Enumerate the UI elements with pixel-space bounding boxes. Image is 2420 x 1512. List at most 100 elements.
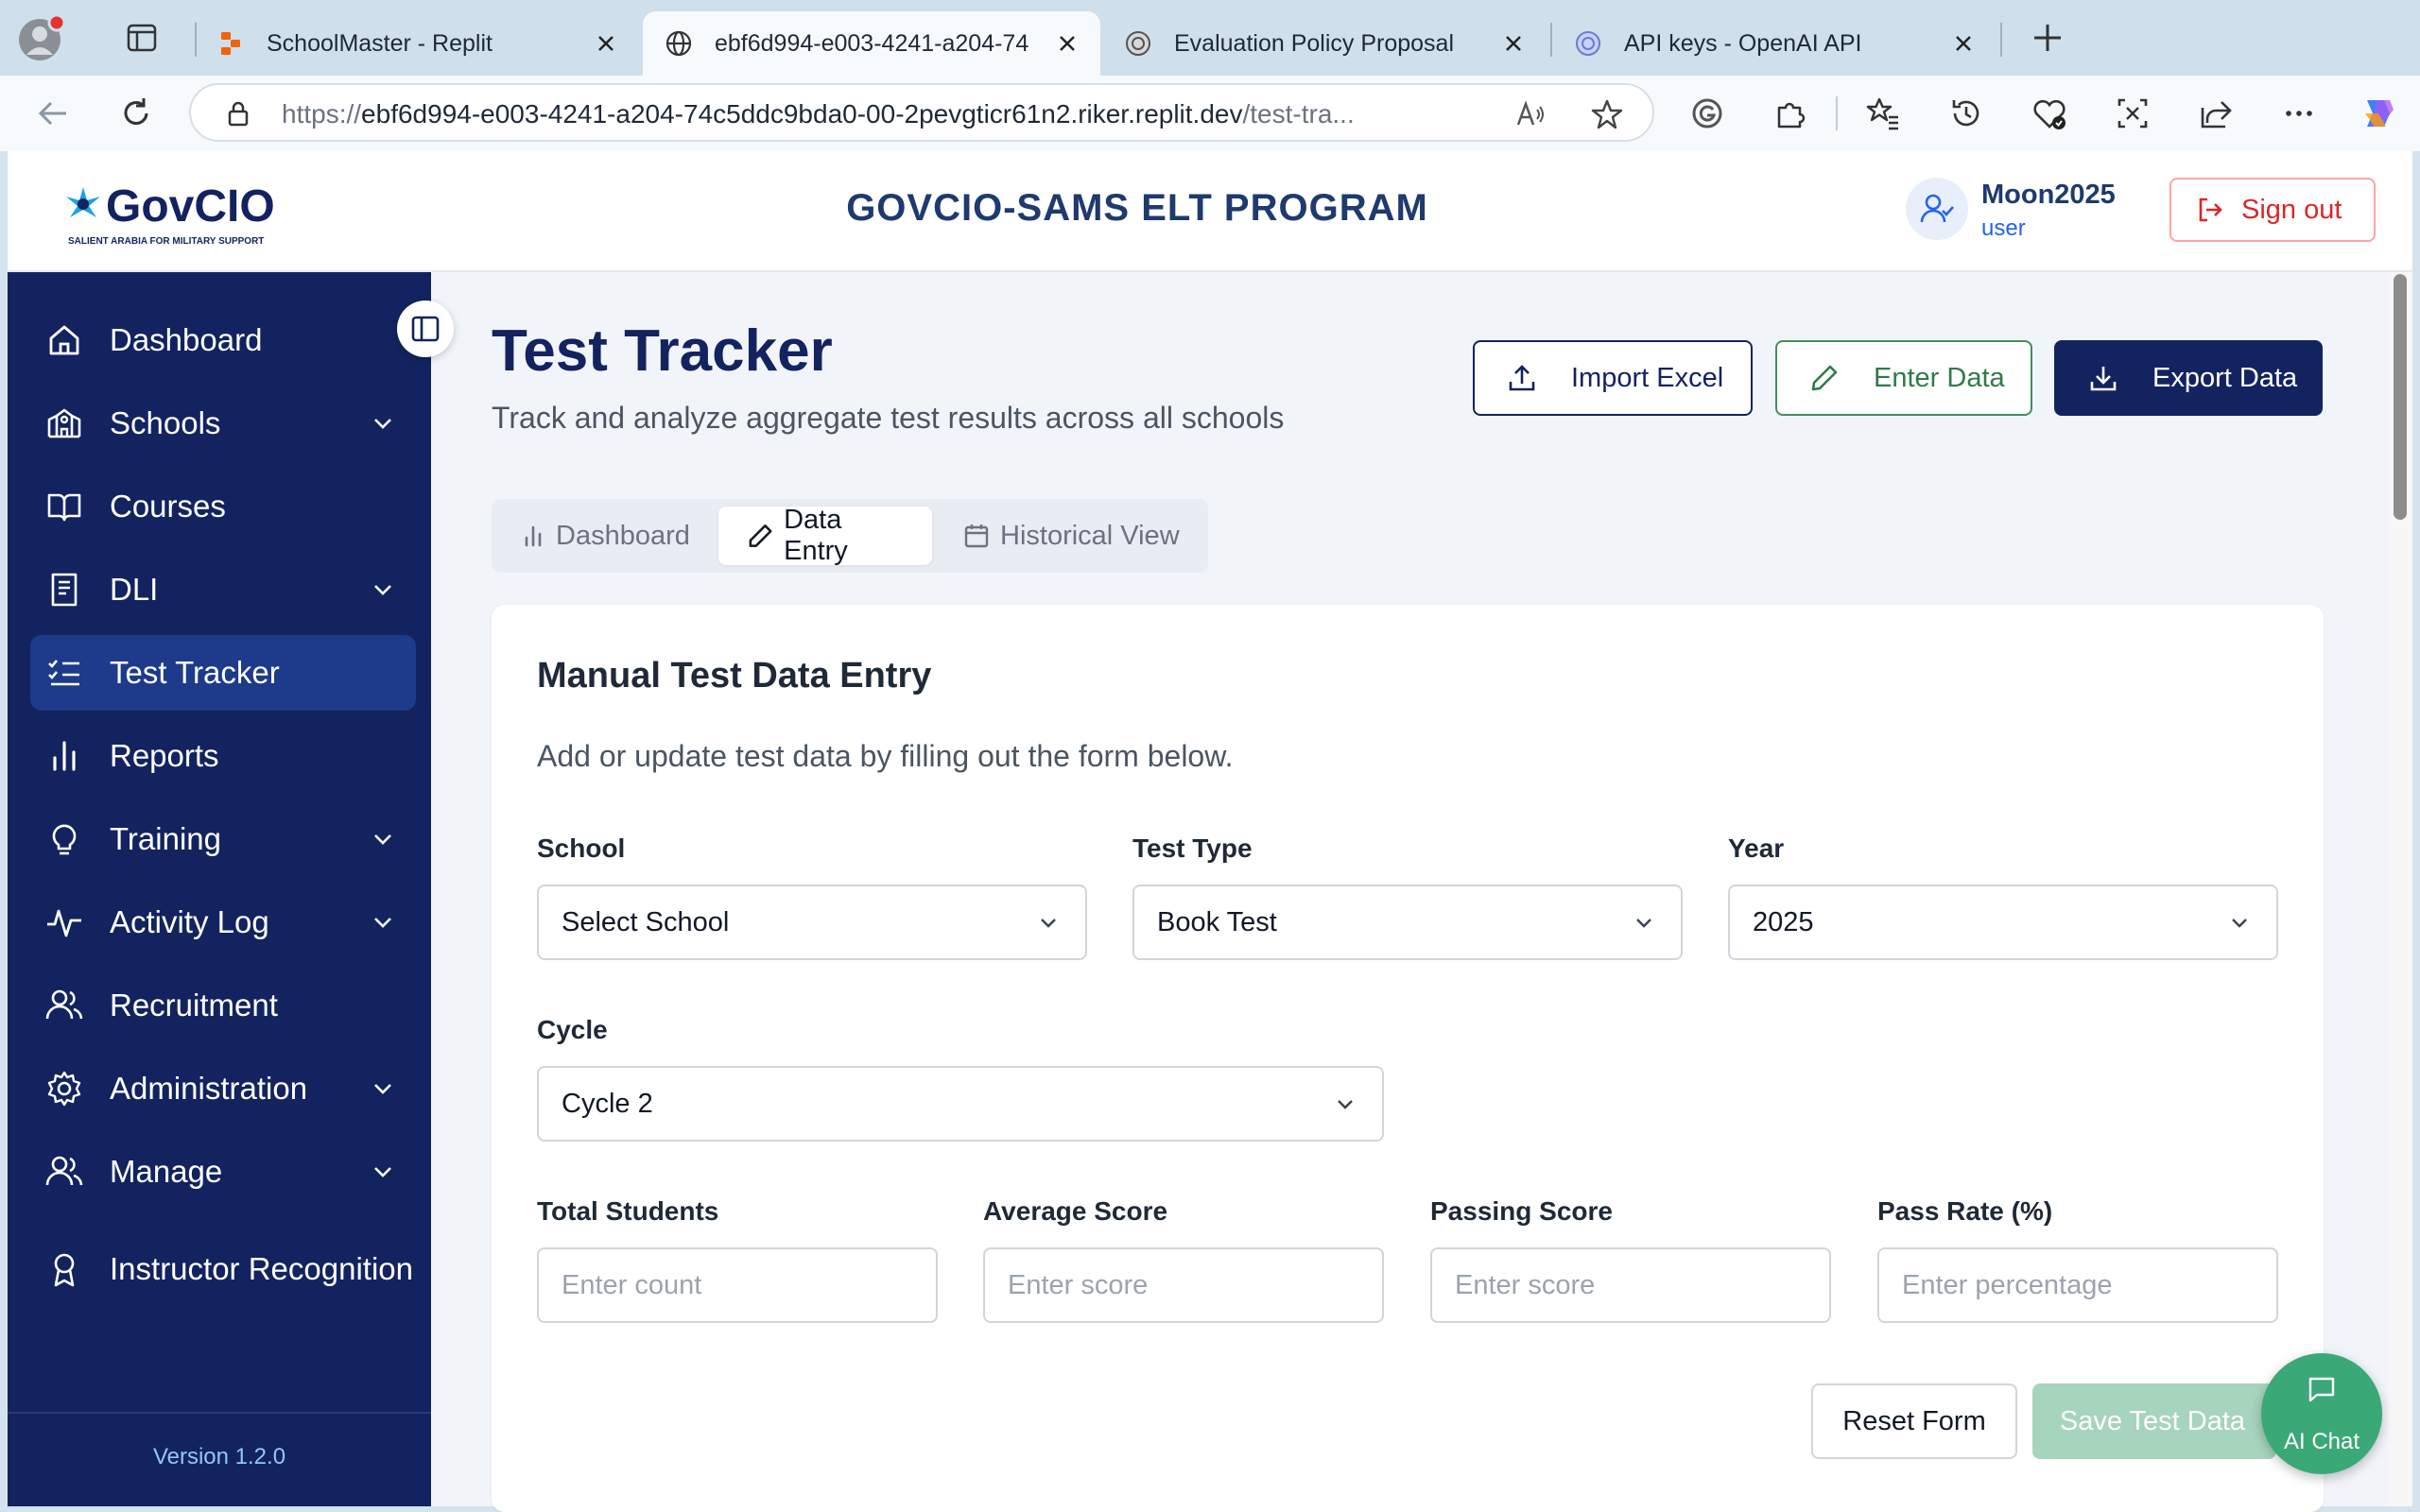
more-options-icon[interactable] [2280, 94, 2318, 132]
chevron-down-icon [374, 419, 391, 429]
passing-score-label: Passing Score [1430, 1196, 1613, 1226]
sidebar-item-activity-log[interactable]: Activity Log [30, 885, 416, 960]
user-avatar[interactable] [1906, 178, 1968, 240]
school-select[interactable]: Select School [537, 885, 1087, 960]
url-text[interactable]: https://ebf6d994-e003-4241-a204-74c5ddc9… [282, 99, 1473, 129]
sidebar-item-manage[interactable]: Manage [30, 1134, 416, 1210]
book-icon [51, 573, 78, 607]
chevron-down-icon [1338, 1100, 1353, 1109]
chevron-down-icon [374, 918, 391, 928]
lightbulb-icon [52, 824, 77, 855]
activity-icon [47, 909, 81, 937]
pencil-icon [749, 524, 772, 547]
ai-chat-label: AI Chat [2283, 1429, 2360, 1454]
upload-icon [1509, 365, 1535, 391]
browser-tab-active[interactable]: ebf6d994-e003-4241-a204-74 [643, 11, 1100, 76]
browser-tab-bar: SchoolMaster - Replit ebf6d994-e003-4241… [0, 0, 2420, 76]
favorites-icon[interactable] [1864, 94, 1902, 132]
copilot-icon[interactable] [2358, 93, 2399, 134]
download-icon [2090, 367, 2117, 391]
tab-dashboard[interactable]: Dashboard [492, 507, 717, 565]
sidebar-item-label: Administration [110, 1071, 308, 1106]
back-icon[interactable] [34, 94, 72, 132]
gear-icon [47, 1071, 81, 1107]
year-select[interactable]: 2025 [1728, 885, 2278, 960]
bar-chart-icon [53, 741, 76, 771]
close-icon[interactable] [1951, 31, 1976, 56]
cycle-label: Cycle [537, 1015, 608, 1044]
tab-historical-view[interactable]: Historical View [934, 507, 1206, 565]
ai-chat-button[interactable]: AI Chat [2261, 1353, 2382, 1474]
sidebar-item-test-tracker[interactable]: Test Tracker [30, 635, 416, 711]
chevron-down-icon [374, 1167, 391, 1177]
read-aloud-icon[interactable] [1514, 98, 1547, 130]
browser-tab-evaluation[interactable]: Evaluation Policy Proposal [1102, 11, 1547, 76]
user-role: user [1981, 215, 2026, 241]
new-tab-icon[interactable] [2029, 19, 2066, 57]
users-icon [45, 1156, 83, 1186]
year-label: Year [1728, 833, 1785, 863]
test-type-select[interactable]: Book Test [1132, 885, 1683, 960]
award-icon [54, 1253, 75, 1287]
tab-data-entry[interactable]: Data Entry [718, 505, 932, 566]
chevron-down-icon [1041, 919, 1056, 928]
sidebar-item-reports[interactable]: Reports [30, 718, 416, 794]
openai-icon [1126, 31, 1150, 56]
home-icon [49, 325, 79, 355]
cycle-select[interactable]: Cycle 2 [537, 1066, 1384, 1142]
tab-title: API keys - OpenAI API [1624, 29, 1862, 57]
sidebar-item-label: Courses [110, 489, 226, 524]
sidebar-item-label: Training [110, 821, 221, 856]
pass-rate-input[interactable] [1877, 1247, 2278, 1323]
sidebar-item-dli[interactable]: DLI [30, 552, 416, 627]
address-bar[interactable]: https://ebf6d994-e003-4241-a204-74c5ddc9… [189, 83, 1654, 142]
sidebar-collapse-button[interactable] [397, 301, 454, 357]
sidebar-item-schools[interactable]: Schools [30, 386, 416, 461]
import-excel-button[interactable]: Import Excel [1473, 340, 1753, 416]
browser-tab-openai[interactable]: API keys - OpenAI API [1552, 11, 1996, 76]
sidebar-item-label: Reports [110, 738, 219, 773]
sidebar-item-courses[interactable]: Courses [30, 469, 416, 544]
export-data-button[interactable]: Export Data [2054, 340, 2323, 416]
sidebar-item-label: DLI [110, 572, 159, 607]
screenshot-icon[interactable] [2114, 94, 2152, 132]
chevron-down-icon [2232, 919, 2247, 928]
profile-avatar-icon[interactable] [17, 13, 66, 62]
close-icon[interactable] [1055, 31, 1080, 56]
enter-data-button[interactable]: Enter Data [1775, 340, 2032, 416]
url-path: /test-tra... [1242, 99, 1355, 129]
sidebar-item-administration[interactable]: Administration [30, 1051, 416, 1126]
close-icon[interactable] [594, 31, 618, 56]
book-open-icon [47, 493, 81, 522]
lock-icon[interactable] [223, 98, 253, 129]
version-label: Version 1.2.0 [152, 1444, 286, 1469]
tab-actions-icon[interactable] [125, 21, 159, 55]
card-description: Add or update test data by filling out t… [537, 739, 1234, 773]
scrollbar-thumb[interactable] [2394, 274, 2407, 520]
share-icon[interactable] [2197, 94, 2235, 132]
browser-essentials-icon[interactable] [2031, 94, 2068, 132]
chevron-down-icon [1636, 919, 1651, 928]
sidebar-item-instructor-recognition[interactable]: Instructor Recognition [30, 1217, 416, 1321]
favorite-star-icon[interactable] [1590, 97, 1624, 131]
scrollbar[interactable] [2388, 272, 2412, 1506]
close-icon[interactable] [1501, 31, 1526, 56]
extensions-icon[interactable] [1772, 94, 1809, 132]
sidebar-item-dashboard[interactable]: Dashboard [30, 302, 416, 378]
grammarly-icon[interactable] [1688, 94, 1726, 132]
sidebar-item-training[interactable]: Training [30, 801, 416, 877]
sidebar-item-recruitment[interactable]: Recruitment [30, 968, 416, 1043]
sidebar-item-label: Schools [110, 405, 221, 440]
export-data-label: Export Data [2152, 362, 2298, 393]
panel-left-icon [411, 316, 440, 342]
sign-out-button[interactable]: Sign out [2169, 178, 2376, 242]
save-test-data-button[interactable]: Save Test Data [2032, 1383, 2276, 1459]
passing-score-input[interactable] [1430, 1247, 1831, 1323]
reload-icon[interactable] [117, 94, 155, 132]
globe-icon [666, 30, 692, 57]
browser-tab-schoolmaster[interactable]: SchoolMaster - Replit [195, 11, 639, 76]
reset-form-button[interactable]: Reset Form [1811, 1383, 2017, 1459]
history-icon[interactable] [1947, 94, 1985, 132]
average-score-input[interactable] [983, 1247, 1384, 1323]
total-students-input[interactable] [537, 1247, 938, 1323]
